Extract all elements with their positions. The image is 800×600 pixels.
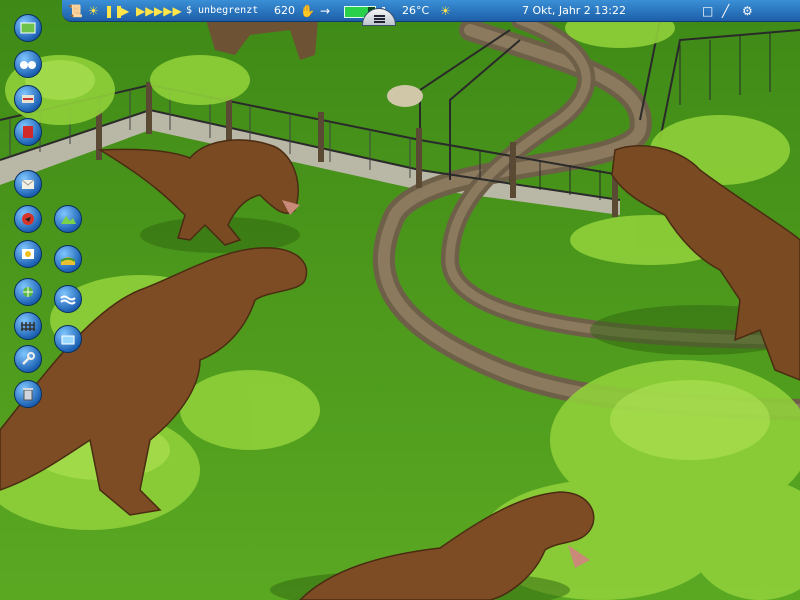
wrench-icon[interactable] (14, 345, 42, 373)
park-scene[interactable] (0, 0, 800, 600)
fastest-icon[interactable]: ▶▶▶ (154, 0, 182, 22)
map-icon[interactable] (14, 14, 42, 42)
gear-icon[interactable]: ⚙ (742, 0, 753, 22)
status-bar: 📜 ☀ ❚❚ ▶ ▶▶ ▶▶▶ $ unbegrenzt 620 ✋ → ↗ 2… (62, 0, 800, 22)
egg-icon[interactable] (14, 240, 42, 268)
red-book-icon[interactable] (14, 118, 42, 146)
date-time-display: 7 Okt, Jahr 2 13:22 (522, 4, 627, 17)
wand-icon[interactable]: ╱ (722, 0, 729, 22)
play-icon[interactable]: ▶ (120, 0, 129, 22)
terrain-icon[interactable] (14, 278, 42, 306)
fence-icon[interactable] (14, 312, 42, 340)
binoculars-icon[interactable] (14, 50, 42, 78)
scroll-icon[interactable]: 📜 (68, 0, 83, 22)
dinosaur-icon[interactable] (14, 205, 42, 233)
fast-forward-icon[interactable]: ▶▶ (136, 0, 154, 22)
aquarium-icon[interactable] (54, 325, 82, 353)
hand-icon[interactable]: ✋ (300, 0, 315, 22)
rock (387, 85, 423, 107)
water-icon[interactable] (54, 285, 82, 313)
trash-icon[interactable] (14, 380, 42, 408)
temperature-display: 26°C (402, 4, 430, 17)
fossil-dig-icon[interactable] (14, 85, 42, 113)
mail-icon[interactable] (14, 170, 42, 198)
park-rating: 620 (274, 4, 295, 17)
sun-icon: ☀ (440, 4, 451, 18)
hills-icon[interactable] (54, 205, 82, 233)
rating-arrow-icon: → (320, 4, 331, 18)
grass-icon[interactable] (54, 245, 82, 273)
money-display: $ unbegrenzt (186, 5, 259, 16)
signal-icon[interactable]: □ (702, 0, 713, 22)
sun-gear-icon[interactable]: ☀ (88, 0, 99, 22)
